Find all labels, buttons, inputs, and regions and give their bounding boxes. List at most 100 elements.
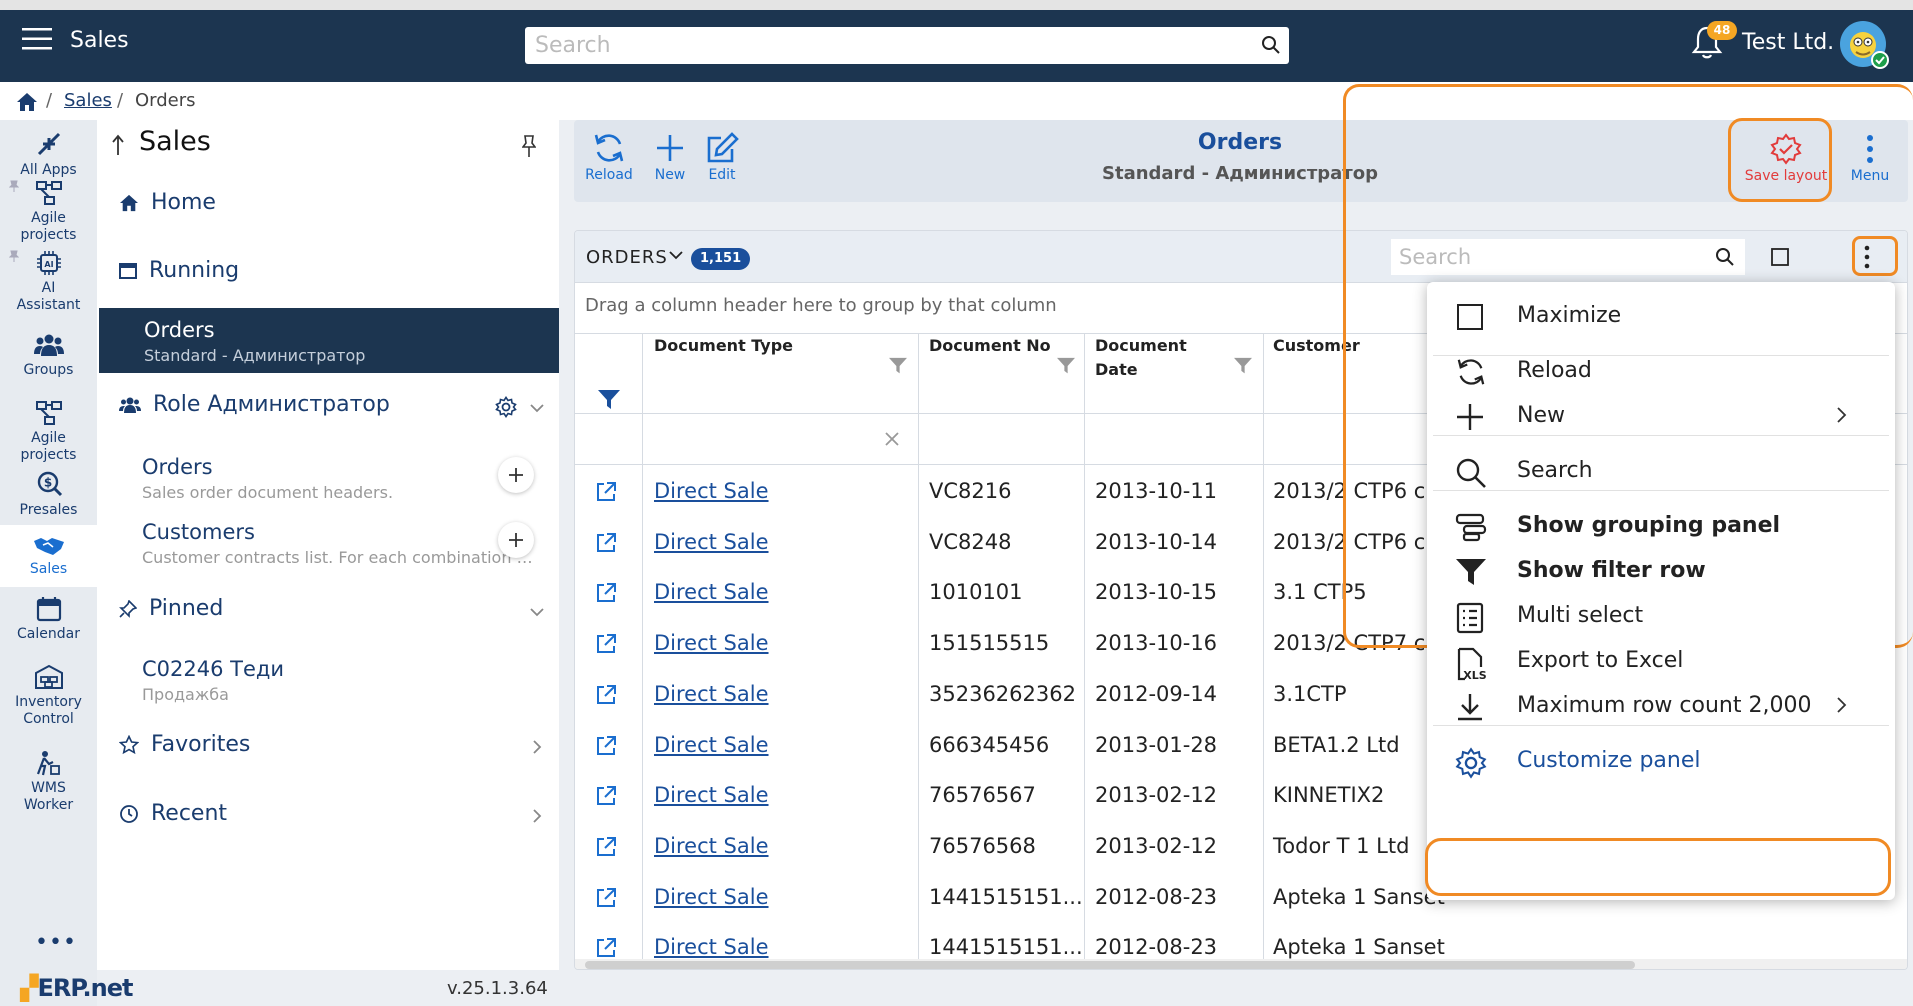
chevron-down-icon[interactable] [530, 404, 544, 413]
rail-item-agile-projects[interactable]: Agile projects [0, 180, 97, 244]
erp-logo: ▞ERP.net [20, 974, 133, 1002]
rail-item-ai-assistant[interactable]: AI AI Assistant [0, 250, 97, 314]
menu-item-search[interactable]: Search [1427, 445, 1895, 500]
company-name[interactable]: Test Ltd. [1742, 30, 1834, 55]
scrollbar-thumb[interactable] [585, 961, 1635, 969]
cell-document-type[interactable]: Direct Sale [654, 733, 769, 757]
chevron-down-icon[interactable] [530, 608, 544, 617]
column-filter-icon[interactable] [1056, 357, 1076, 375]
cell-document-date: 2012-08-23 [1095, 884, 1218, 909]
cell-document-type[interactable]: Direct Sale [654, 682, 769, 706]
column-header-document-date[interactable]: Document Date [1095, 334, 1187, 382]
nav-role-item-orders[interactable]: Orders Sales order document headers. [142, 455, 542, 502]
column-header-document-type[interactable]: Document Type [654, 334, 793, 358]
nav-favorites[interactable]: Favorites [119, 732, 250, 757]
open-record-icon[interactable] [595, 481, 617, 503]
rail-item-presales[interactable]: $ Presales [0, 470, 97, 519]
global-search-input[interactable]: Search [525, 27, 1289, 64]
cell-document-type[interactable]: Direct Sale [654, 885, 769, 909]
rail-item-inventory-control[interactable]: Inventory Control [0, 664, 97, 728]
up-arrow-icon[interactable] [111, 134, 125, 156]
rail-item-all-apps[interactable]: All Apps [0, 130, 97, 179]
menu-separator [1433, 435, 1889, 436]
open-record-icon[interactable] [595, 532, 617, 554]
nav-title: Sales [139, 126, 211, 157]
nav-recent[interactable]: Recent [119, 801, 227, 826]
column-header-document-no[interactable]: Document No [929, 334, 1051, 358]
horizontal-scrollbar[interactable] [575, 959, 1907, 969]
cell-document-type[interactable]: Direct Sale [654, 530, 769, 554]
open-record-icon[interactable] [595, 684, 617, 706]
column-filter-icon[interactable] [1233, 357, 1253, 375]
home-icon[interactable] [16, 92, 38, 112]
cell-customer: Apteka 1 Sanset [1273, 884, 1445, 909]
open-record-icon[interactable] [595, 785, 617, 807]
rail-item-agile-projects-2[interactable]: Agile projects [0, 400, 97, 464]
cell-document-no: 666345456 [929, 732, 1050, 757]
cell-document-date: 2013-10-15 [1095, 580, 1218, 605]
more-apps-icon[interactable]: ••• [35, 930, 77, 955]
cell-document-no: 1010101 [929, 580, 1023, 605]
open-record-icon[interactable] [595, 836, 617, 858]
rail-item-calendar[interactable]: Calendar [0, 596, 97, 643]
open-record-icon[interactable] [595, 887, 617, 909]
menu-item-customize-panel[interactable]: Customize panel [1427, 735, 1895, 790]
rail-item-groups[interactable]: Groups [0, 332, 97, 379]
filter-input-document-type[interactable] [643, 414, 918, 464]
menu-item-maximize[interactable]: Maximize [1427, 290, 1895, 345]
cell-customer: Apteka 1 Sanset [1273, 935, 1445, 960]
reload-button[interactable]: Reload [584, 132, 634, 183]
chevron-down-icon[interactable] [669, 251, 683, 260]
cell-document-date: 2012-08-23 [1095, 935, 1218, 960]
nav-active-orders[interactable]: Orders Standard - Администратор [99, 308, 559, 373]
rail-item-wms-worker[interactable]: WMS Worker [0, 750, 97, 814]
breadcrumb-sales-link[interactable]: Sales [64, 90, 112, 111]
nav-running[interactable]: Running [119, 258, 239, 283]
add-orders-button[interactable] [498, 457, 534, 493]
rail-item-sales[interactable]: Sales [0, 525, 97, 587]
grid-title[interactable]: ORDERS [586, 247, 668, 268]
menu-item-label: Show filter row [1517, 558, 1706, 583]
menu-item-label: Multi select [1517, 603, 1644, 628]
menu-item-maximum-row-count[interactable]: Maximum row count 2,000 [1427, 680, 1895, 735]
nav-pinned-item[interactable]: C02246 Теди Продажба [142, 657, 542, 704]
cell-document-no: 35236262362 [929, 681, 1076, 706]
nav-home[interactable]: Home [119, 190, 216, 215]
maximize-icon [1455, 302, 1485, 332]
filter-icon[interactable] [597, 389, 621, 411]
edit-button[interactable]: Edit [702, 132, 742, 183]
clear-filter-icon[interactable] [885, 432, 899, 446]
cell-document-type[interactable]: Direct Sale [654, 935, 769, 959]
cell-document-type[interactable]: Direct Sale [654, 834, 769, 858]
cell-document-type[interactable]: Direct Sale [654, 783, 769, 807]
pin-icon[interactable] [522, 134, 536, 158]
column-filter-icon[interactable] [888, 357, 908, 375]
menu-item-new[interactable]: New [1427, 390, 1895, 445]
nav-role-group[interactable]: Role Администратор [119, 392, 390, 417]
menu-item-label: Maximum row count 2,000 [1517, 693, 1812, 718]
open-record-icon[interactable] [595, 937, 617, 959]
cell-customer: KINNETIX2 [1273, 783, 1385, 808]
nav-pinned[interactable]: Pinned [119, 596, 223, 621]
add-customers-button[interactable] [498, 522, 534, 558]
nav-role-item-customers[interactable]: Customers Customer contracts list. For e… [142, 520, 542, 567]
open-record-icon[interactable] [595, 582, 617, 604]
chevron-right-icon[interactable] [533, 740, 542, 754]
agile-icon [0, 400, 97, 426]
search-icon[interactable] [1261, 35, 1281, 55]
gear-icon[interactable] [495, 396, 517, 418]
online-status-icon [1871, 51, 1889, 69]
cell-customer: Todor T 1 Ltd [1273, 833, 1410, 858]
record-count-badge: 1,151 [691, 248, 751, 270]
cell-document-type[interactable]: Direct Sale [654, 631, 769, 655]
chevron-right-icon[interactable] [533, 809, 542, 823]
open-record-icon[interactable] [595, 633, 617, 655]
hamburger-menu-icon[interactable] [22, 27, 52, 51]
multi-select-icon [1455, 602, 1485, 634]
open-record-icon[interactable] [595, 735, 617, 757]
edit-icon [702, 132, 742, 164]
menu-separator [1433, 725, 1889, 726]
new-button[interactable]: New [650, 132, 690, 183]
cell-document-type[interactable]: Direct Sale [654, 479, 769, 503]
cell-document-type[interactable]: Direct Sale [654, 580, 769, 604]
